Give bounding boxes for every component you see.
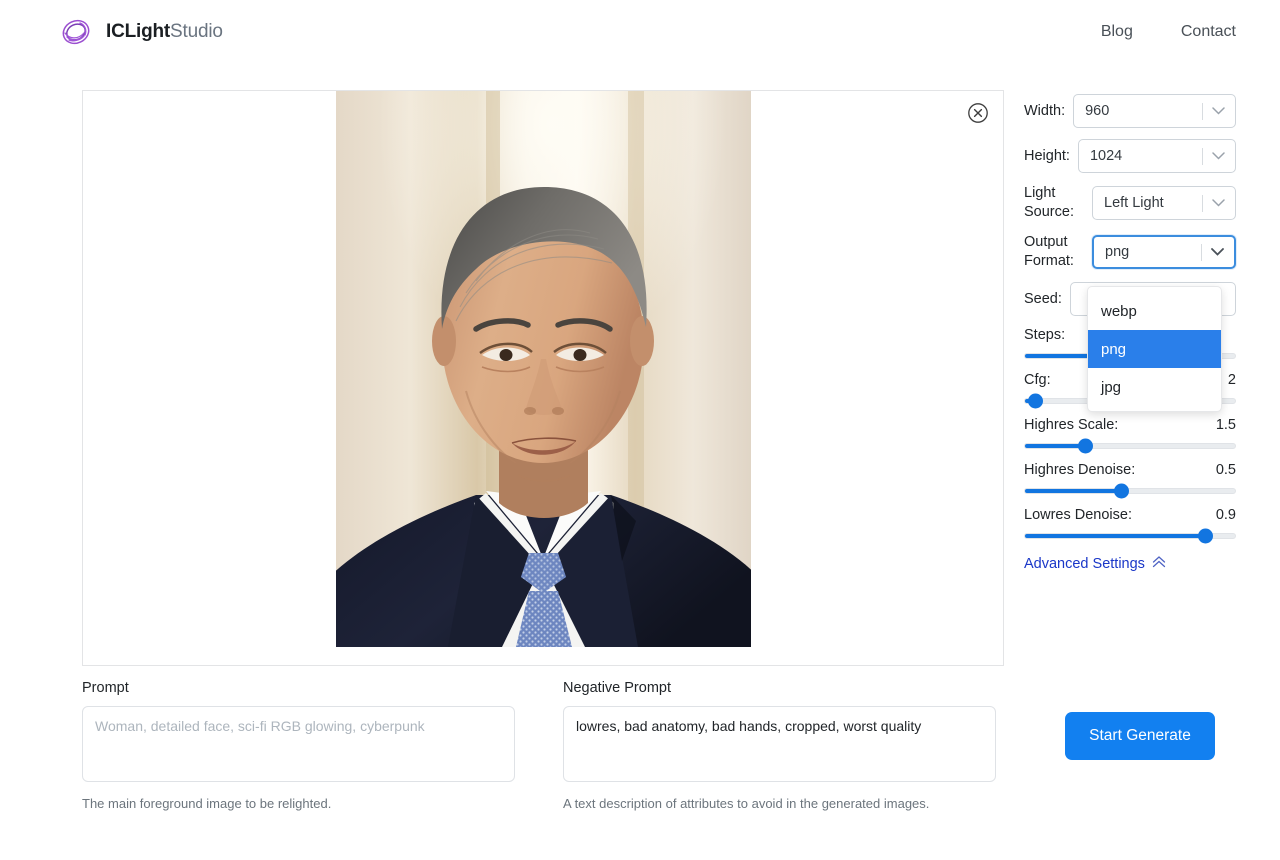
prompt-section: Prompt The main foreground image to be r… — [0, 666, 1280, 811]
height-label: Height: — [1024, 148, 1070, 164]
negative-prompt-title: Negative Prompt — [563, 680, 996, 696]
width-select[interactable]: 960 — [1073, 94, 1236, 128]
chevron-down-icon — [1212, 195, 1225, 211]
select-divider — [1201, 244, 1202, 261]
output-format-label: Output Format: — [1024, 233, 1084, 271]
output-format-value: png — [1105, 244, 1201, 260]
field-light-source: Light Source: Left Light — [1024, 184, 1236, 222]
highres-scale-label: Highres Scale: — [1024, 417, 1118, 433]
brand-name-primary: ICLight — [106, 21, 170, 42]
nav-link-blog[interactable]: Blog — [1101, 23, 1133, 41]
negative-prompt-input[interactable] — [563, 706, 996, 782]
chevron-down-icon — [1211, 244, 1224, 260]
field-lowres-denoise: Lowres Denoise: 0.9 — [1024, 507, 1236, 523]
brand-title: ICLightStudio — [106, 21, 223, 43]
height-select[interactable]: 1024 — [1078, 139, 1236, 173]
site-header: ICLightStudio Blog Contact — [0, 0, 1280, 64]
highres-denoise-value: 0.5 — [1216, 462, 1236, 478]
select-divider — [1202, 103, 1203, 120]
advanced-settings-link[interactable]: Advanced Settings — [1024, 556, 1166, 572]
width-value: 960 — [1085, 103, 1202, 119]
highres-scale-slider-thumb[interactable] — [1078, 439, 1093, 454]
light-source-value: Left Light — [1104, 195, 1202, 211]
select-divider — [1202, 148, 1203, 165]
width-label: Width: — [1024, 103, 1065, 119]
seed-label: Seed: — [1024, 291, 1062, 307]
negative-prompt-help-text: A text description of attributes to avoi… — [563, 796, 996, 811]
highres-scale-slider[interactable] — [1024, 443, 1236, 449]
field-height: Height: 1024 — [1024, 139, 1236, 173]
main-stage: Width: 960 Height: 1024 Light Source: — [0, 64, 1280, 666]
start-generate-button[interactable]: Start Generate — [1065, 712, 1215, 760]
brand-name-secondary: Studio — [170, 21, 223, 42]
height-value: 1024 — [1090, 148, 1202, 164]
select-divider — [1202, 195, 1203, 212]
highres-denoise-slider-thumb[interactable] — [1114, 484, 1129, 499]
field-output-format: Output Format: png — [1024, 233, 1236, 271]
chevron-down-icon — [1212, 103, 1225, 119]
field-width: Width: 960 — [1024, 94, 1236, 128]
prompt-help-text: The main foreground image to be relighte… — [82, 796, 515, 811]
dropdown-option-webp[interactable]: webp — [1088, 292, 1221, 330]
nav-link-contact[interactable]: Contact — [1181, 23, 1236, 41]
main-nav: Blog Contact — [1101, 23, 1236, 41]
field-highres-scale: Highres Scale: 1.5 — [1024, 417, 1236, 433]
field-highres-denoise: Highres Denoise: 0.5 — [1024, 462, 1236, 478]
brand-logo[interactable]: ICLightStudio — [60, 16, 223, 48]
settings-panel: Width: 960 Height: 1024 Light Source: — [1024, 90, 1236, 573]
lowres-denoise-label: Lowres Denoise: — [1024, 507, 1132, 523]
lowres-denoise-value: 0.9 — [1216, 507, 1236, 523]
spiral-logo-icon — [60, 16, 92, 48]
output-format-dropdown[interactable]: webp png jpg — [1087, 286, 1222, 412]
dropdown-option-jpg[interactable]: jpg — [1088, 368, 1221, 406]
lowres-denoise-slider-thumb[interactable] — [1198, 529, 1213, 544]
light-source-select[interactable]: Left Light — [1092, 186, 1236, 220]
dropdown-option-png[interactable]: png — [1088, 330, 1221, 368]
generate-column: Start Generate — [1044, 680, 1236, 760]
negative-prompt-column: Negative Prompt A text description of at… — [563, 680, 996, 811]
cfg-label: Cfg: — [1024, 372, 1051, 388]
highres-scale-slider-fill — [1025, 444, 1086, 448]
steps-label: Steps: — [1024, 327, 1065, 343]
light-source-label: Light Source: — [1024, 184, 1084, 222]
advanced-settings-label: Advanced Settings — [1024, 556, 1145, 572]
prompt-title: Prompt — [82, 680, 515, 696]
lowres-denoise-slider[interactable] — [1024, 533, 1236, 539]
chevron-down-icon — [1212, 148, 1225, 164]
cfg-slider-thumb[interactable] — [1028, 394, 1043, 409]
image-preview-card — [82, 90, 1004, 666]
highres-denoise-slider[interactable] — [1024, 488, 1236, 494]
chevron-double-up-icon — [1152, 556, 1166, 572]
highres-denoise-slider-fill — [1025, 489, 1122, 493]
lowres-denoise-slider-fill — [1025, 534, 1206, 538]
cfg-value: 2 — [1228, 372, 1236, 388]
prompt-column: Prompt The main foreground image to be r… — [82, 680, 515, 811]
prompt-input[interactable] — [82, 706, 515, 782]
highres-scale-value: 1.5 — [1216, 417, 1236, 433]
circle-x-icon[interactable] — [967, 102, 989, 124]
output-format-select[interactable]: png — [1092, 235, 1236, 269]
uploaded-portrait-image[interactable] — [336, 91, 751, 647]
highres-denoise-label: Highres Denoise: — [1024, 462, 1135, 478]
